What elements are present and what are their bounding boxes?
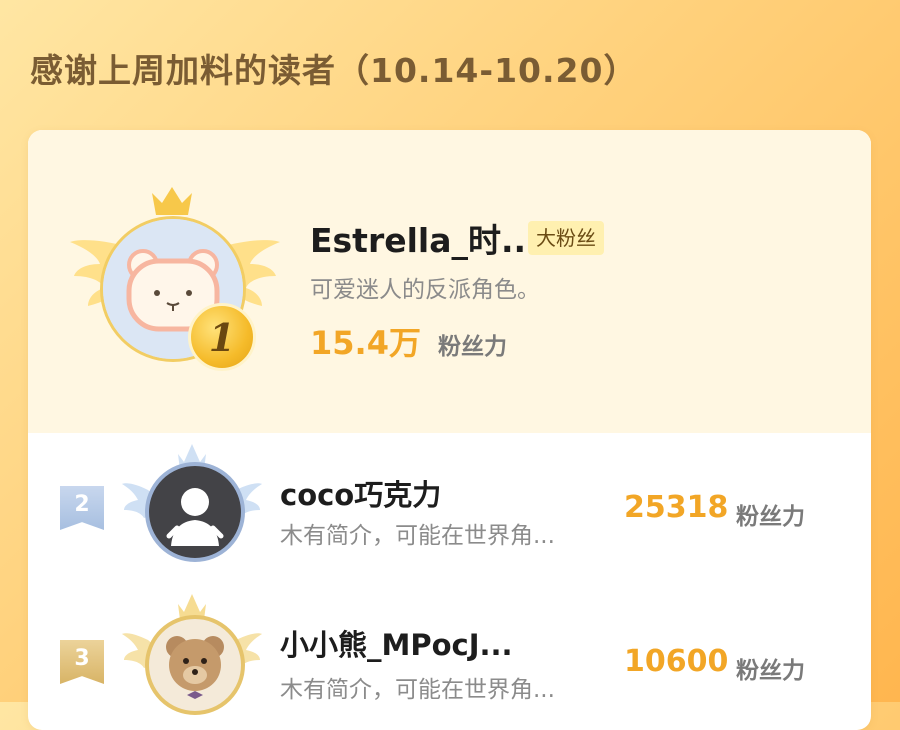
- default-person-avatar-icon: [166, 488, 224, 546]
- rank-1-avatar-frame: 1: [70, 185, 280, 375]
- ranking-card: 1 Estrella_时... 大粉丝 可爱迷人的反派角色。 15.4万 粉丝力…: [28, 130, 871, 730]
- rank-2-flag: 2: [60, 486, 104, 530]
- top-fan-score-unit: 粉丝力: [438, 334, 507, 360]
- top-fan-bio: 可爱迷人的反派角色。: [310, 277, 540, 303]
- top-fan-score: 15.4万: [310, 324, 421, 362]
- page-title: 感谢上周加料的读者（10.14-10.20）: [30, 51, 638, 90]
- rank-1-medal: 1: [188, 303, 256, 371]
- top-fan-name[interactable]: Estrella_时...: [310, 214, 539, 262]
- row-score-unit: 粉丝力: [736, 504, 805, 530]
- avatar[interactable]: [145, 462, 245, 562]
- row-score-unit: 粉丝力: [736, 658, 805, 684]
- row-bio: 木有简介，可能在世界角...: [280, 677, 555, 703]
- avatar[interactable]: [145, 615, 245, 715]
- top-fan-section[interactable]: 1 Estrella_时... 大粉丝 可爱迷人的反派角色。 15.4万 粉丝力: [28, 130, 871, 433]
- row-name: 小小熊_MPocJ...: [280, 628, 513, 662]
- crown-icon: [152, 187, 192, 215]
- row-score: 10600: [624, 644, 729, 679]
- row-score: 25318: [624, 490, 729, 525]
- row-name: coco巧克力: [280, 478, 442, 512]
- fan-badge: 大粉丝: [528, 221, 604, 255]
- rank-3-flag: 3: [60, 640, 104, 684]
- row-bio: 木有简介，可能在世界角...: [280, 523, 555, 549]
- teddy-bear-avatar-icon: [166, 636, 224, 699]
